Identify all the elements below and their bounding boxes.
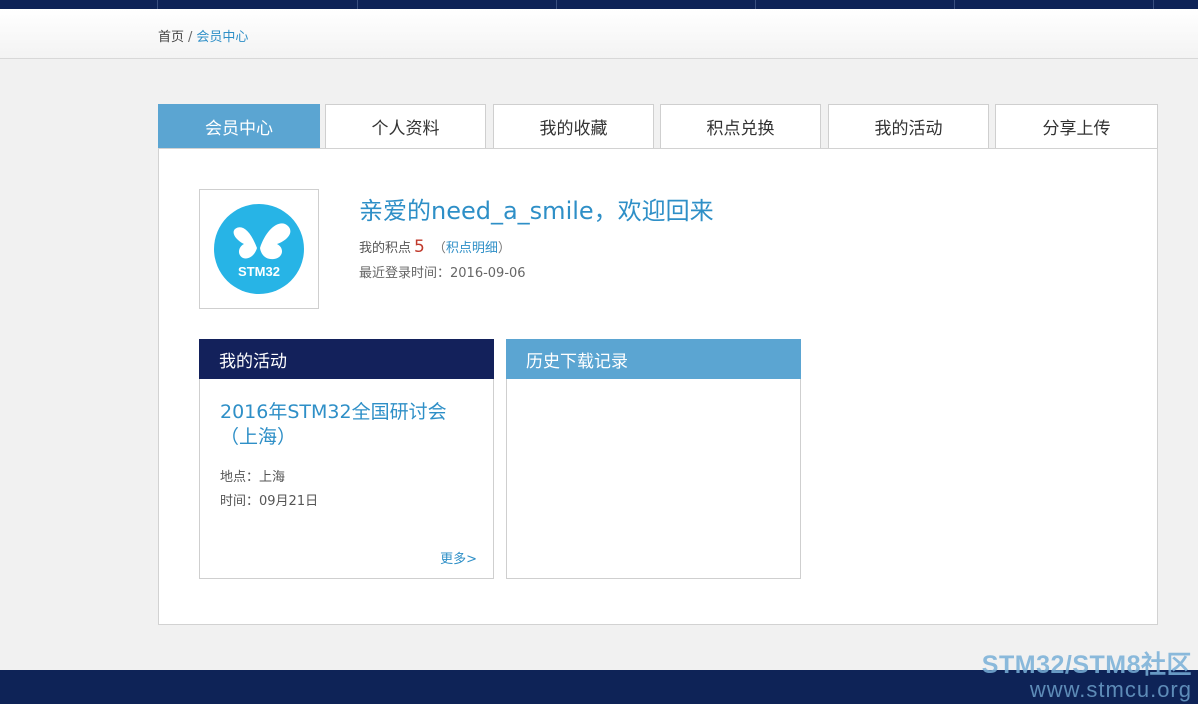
nav-divider <box>1153 0 1154 9</box>
welcome-heading: 亲爱的need_a_smile，欢迎回来 <box>359 197 714 225</box>
nav-divider <box>357 0 358 9</box>
points-label: 我的积点 <box>359 241 412 256</box>
tab-share-upload[interactable]: 分享上传 <box>995 104 1158 148</box>
points-detail-open: （ <box>432 241 446 256</box>
stm32-logo-icon: STM32 <box>214 204 304 294</box>
points-detail-close: ） <box>497 241 511 256</box>
event-location: 地点：上海 <box>220 470 286 485</box>
breadcrumb: 首页 / 会员中心 <box>158 26 248 45</box>
event-title-link[interactable]: 2016年STM32全国研讨会（上海） <box>220 400 480 450</box>
tab-favorites[interactable]: 我的收藏 <box>493 104 654 148</box>
site-watermark: STM32/STM8社区 www.stmcu.org <box>982 645 1192 703</box>
last-login-time: 最近登录时间：2016-09-06 <box>359 266 526 281</box>
my-activities-card: 我的活动 2016年STM32全国研讨会（上海） 地点：上海 时间：09月21日… <box>199 339 494 579</box>
tab-my-activities[interactable]: 我的活动 <box>828 104 989 148</box>
nav-divider <box>755 0 756 9</box>
my-activities-header: 我的活动 <box>199 339 494 379</box>
member-tabs: 会员中心 个人资料 我的收藏 积点兑换 我的活动 分享上传 <box>158 104 1158 149</box>
tab-points-exchange[interactable]: 积点兑换 <box>660 104 821 148</box>
breadcrumb-current[interactable]: 会员中心 <box>196 30 248 45</box>
breadcrumb-bar: 首页 / 会员中心 <box>0 9 1198 59</box>
nav-divider <box>157 0 158 9</box>
avatar[interactable]: STM32 <box>199 189 319 309</box>
logo-text: STM32 <box>238 264 280 279</box>
download-history-header: 历史下载记录 <box>506 339 801 379</box>
points-detail-link[interactable]: 积点明细 <box>446 241 498 256</box>
event-time: 时间：09月21日 <box>220 494 319 509</box>
more-link[interactable]: 更多> <box>440 548 477 567</box>
points-line: 我的积点 5 （积点明细） <box>359 237 511 257</box>
nav-divider <box>954 0 955 9</box>
tab-member-center[interactable]: 会员中心 <box>158 104 320 148</box>
points-value: 5 <box>414 237 425 257</box>
top-navigation-bar <box>0 0 1198 9</box>
watermark-title: STM32/STM8社区 <box>981 651 1192 679</box>
breadcrumb-home-link[interactable]: 首页 <box>158 30 184 45</box>
nav-divider <box>556 0 557 9</box>
download-history-card: 历史下载记录 <box>506 339 801 579</box>
member-center-panel: STM32 亲爱的need_a_smile，欢迎回来 我的积点 5 （积点明细） 最… <box>158 148 1158 625</box>
tab-profile[interactable]: 个人资料 <box>325 104 486 148</box>
breadcrumb-separator: / <box>188 30 193 45</box>
